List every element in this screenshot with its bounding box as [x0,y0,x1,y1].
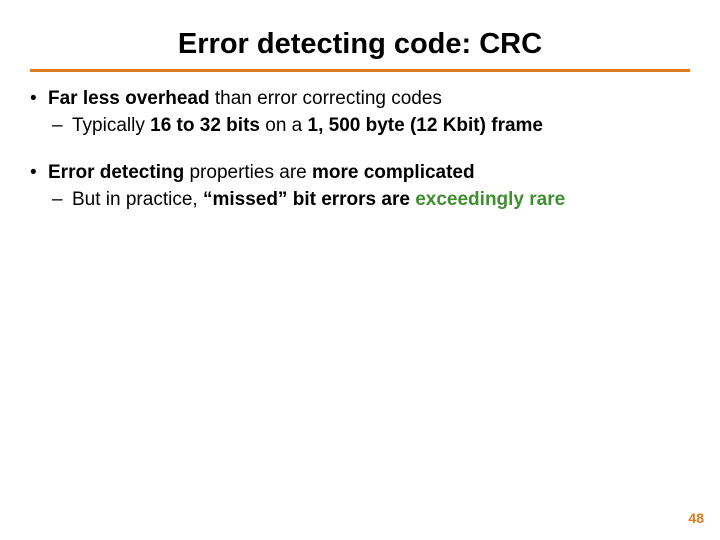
bullet-2-lead: Error detecting [48,162,184,183]
bullet-2-tail: more complicated [312,162,475,183]
bullet-1-sub-1-c: on a [260,115,308,136]
bullet-2-mid: properties are [184,162,312,183]
page-number: 48 [688,510,704,526]
bullet-1-sub-1-d: 1, 500 byte (12 Kbit) frame [308,115,543,136]
slide-body: Far less overhead than error correcting … [0,72,720,212]
bullet-list: Far less overhead than error correcting … [24,86,696,212]
bullet-2-sublist: But in practice, “missed” bit errors are… [48,187,696,212]
bullet-2-sub-1-c: exceedingly rare [415,189,565,210]
bullet-1: Far less overhead than error correcting … [24,86,696,138]
bullet-2-sub-1-a: But in practice, [72,189,203,210]
bullet-2-sub-1-b: “missed” bit errors are [203,189,415,210]
slide: Error detecting code: CRC Far less overh… [0,0,720,540]
bullet-1-lead: Far less overhead [48,88,210,109]
bullet-1-sublist: Typically 16 to 32 bits on a 1, 500 byte… [48,113,696,138]
bullet-1-sub-1-a: Typically [72,115,150,136]
bullet-1-sub-1: Typically 16 to 32 bits on a 1, 500 byte… [48,113,696,138]
bullet-1-rest: than error correcting codes [210,88,442,109]
bullet-2-sub-1: But in practice, “missed” bit errors are… [48,187,696,212]
bullet-1-sub-1-b: 16 to 32 bits [150,115,260,136]
bullet-2: Error detecting properties are more comp… [24,160,696,212]
slide-title: Error detecting code: CRC [0,0,720,69]
